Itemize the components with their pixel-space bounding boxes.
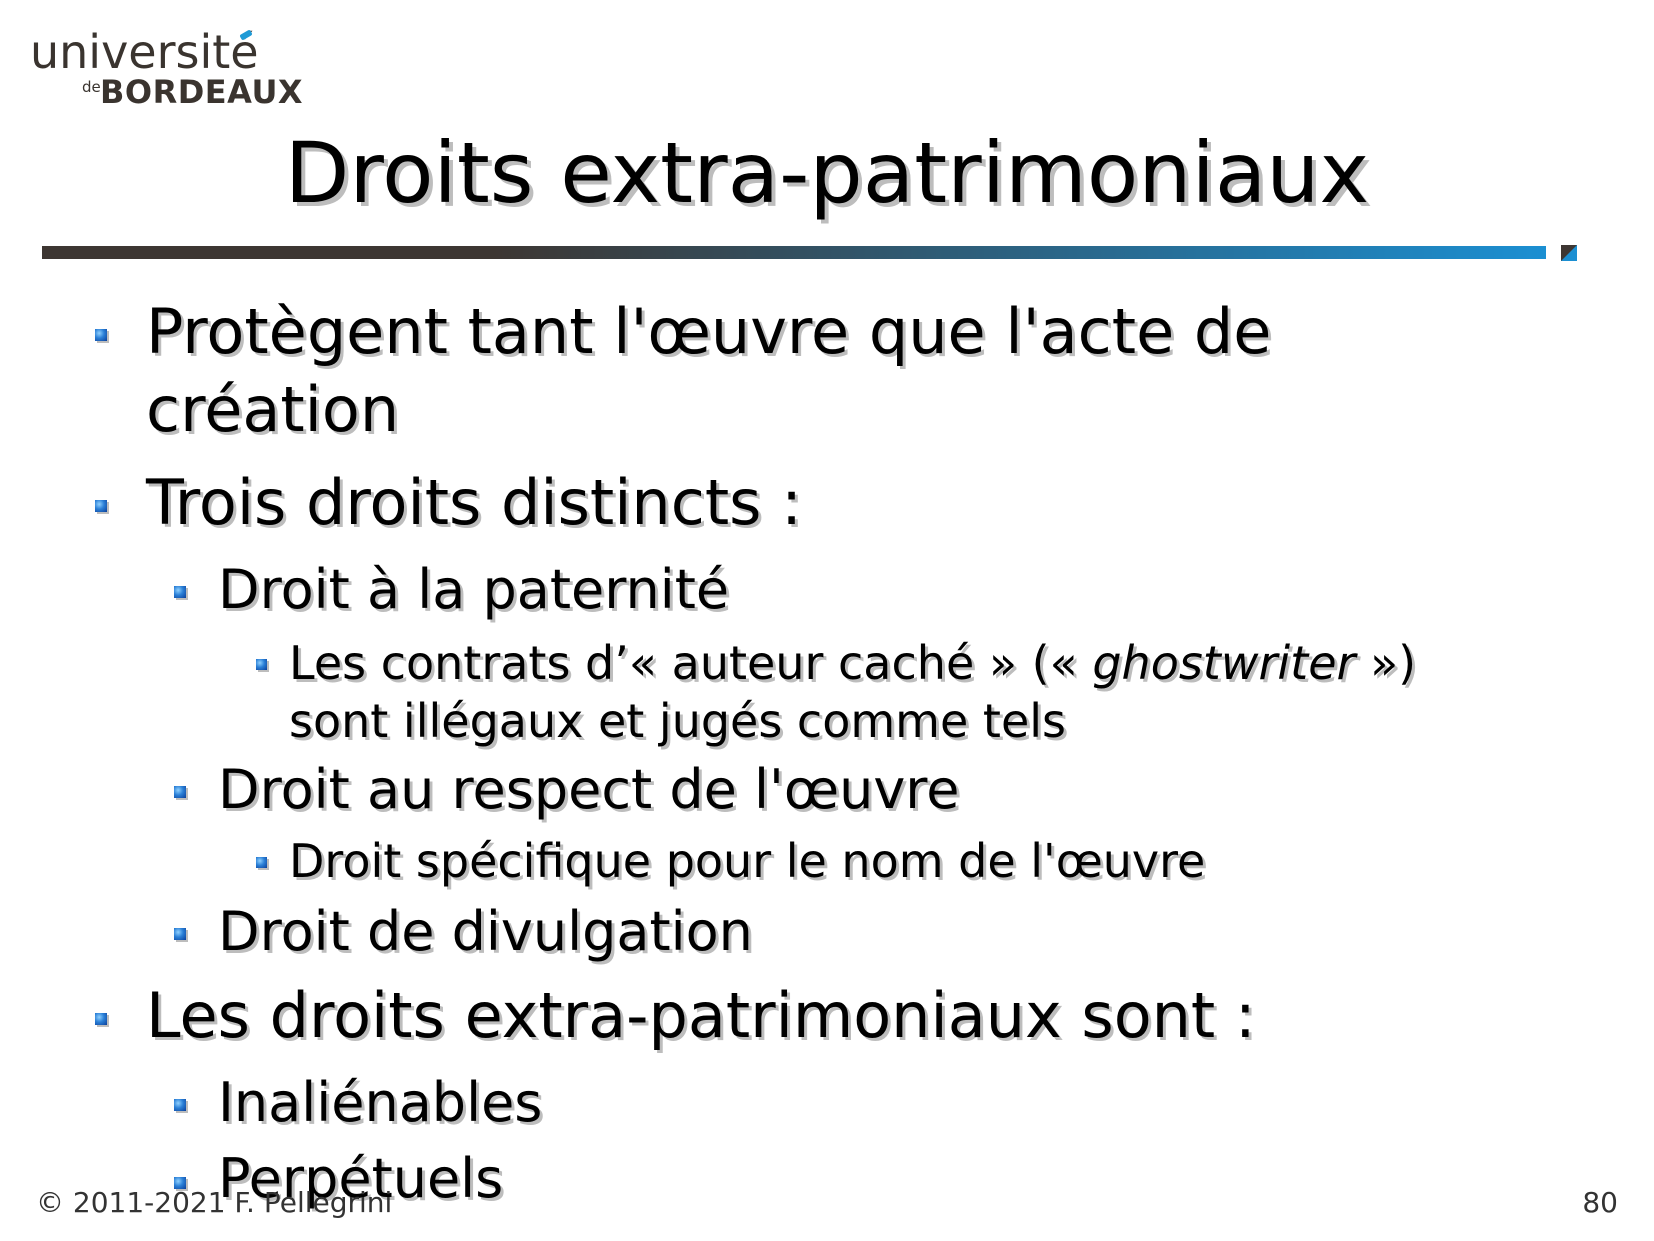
list-item: Droit au respect de l'œuvre	[218, 758, 960, 821]
list-item: Trois droits distincts :	[146, 466, 803, 539]
list-item: Inaliénables	[218, 1071, 543, 1134]
list-item: Droit spécifique pour le nom de l'œuvre	[289, 834, 1206, 888]
list-item-text: »)	[1355, 636, 1417, 690]
bullet-icon	[95, 500, 107, 512]
page-number: 80	[1582, 1186, 1618, 1219]
bullet-icon	[174, 928, 186, 940]
footer-copyright: © 2011-2021 F. Pellegrini	[36, 1186, 393, 1219]
bullet-icon	[95, 1013, 107, 1025]
bullet-icon	[256, 659, 267, 670]
list-item-line: sont illégaux et jugés comme tels	[289, 694, 1066, 748]
list-item-line: Les contrats d’« auteur caché » (« ghost…	[289, 634, 1416, 692]
list-item-line: Protègent tant l'œuvre que l'acte de	[146, 295, 1272, 368]
bullet-icon	[174, 786, 186, 798]
list-item: Les contrats d’« auteur caché » (« ghost…	[289, 634, 1416, 750]
list-item-text: Les contrats d’« auteur caché » («	[289, 636, 1093, 690]
bullet-icon	[174, 1099, 186, 1111]
bullet-icon	[174, 586, 186, 598]
slide-content: Protègent tant l'œuvre que l'acte de cré…	[0, 0, 1654, 1241]
list-item: Droit à la paternité	[218, 558, 730, 621]
bullet-icon	[95, 329, 107, 341]
list-item: Les droits extra-patrimoniaux sont :	[146, 979, 1256, 1052]
list-item: Protègent tant l'œuvre que l'acte de cré…	[146, 293, 1271, 449]
list-item-line: création	[146, 373, 400, 446]
list-item: Droit de divulgation	[218, 900, 753, 963]
bullet-icon	[256, 857, 267, 868]
list-item-emphasis: ghostwriter	[1092, 636, 1356, 690]
